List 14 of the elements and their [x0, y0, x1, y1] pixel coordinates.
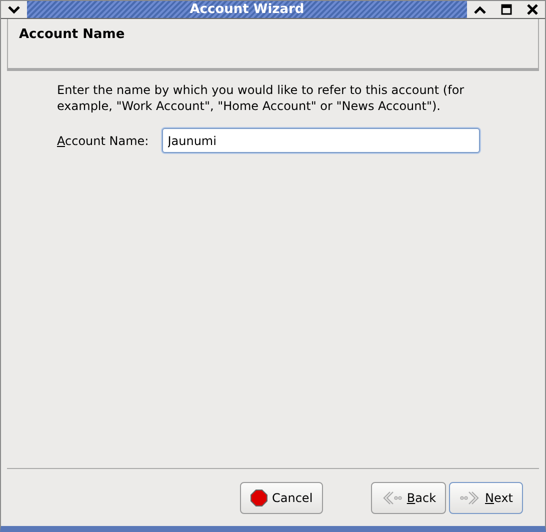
stop-icon: [250, 488, 268, 506]
window-title: Account Wizard: [190, 0, 304, 19]
cancel-button[interactable]: Cancel: [240, 482, 323, 514]
back-button[interactable]: Back: [370, 482, 446, 514]
maximize-icon[interactable]: [500, 4, 512, 15]
menu-icon[interactable]: [8, 6, 20, 14]
next-button[interactable]: Next: [449, 482, 523, 514]
next-arrow-icon: [459, 490, 482, 506]
back-arrow-icon: [380, 490, 403, 506]
close-icon[interactable]: [526, 4, 538, 15]
description-text: Enter the name by which you would like to refer to this account (for example, "Work Account", "Home Account" or "News Account").: [57, 83, 466, 114]
page-title: Account Name: [19, 26, 126, 44]
minimize-icon[interactable]: [474, 6, 486, 14]
account-name-label: Account Name:: [57, 132, 149, 150]
